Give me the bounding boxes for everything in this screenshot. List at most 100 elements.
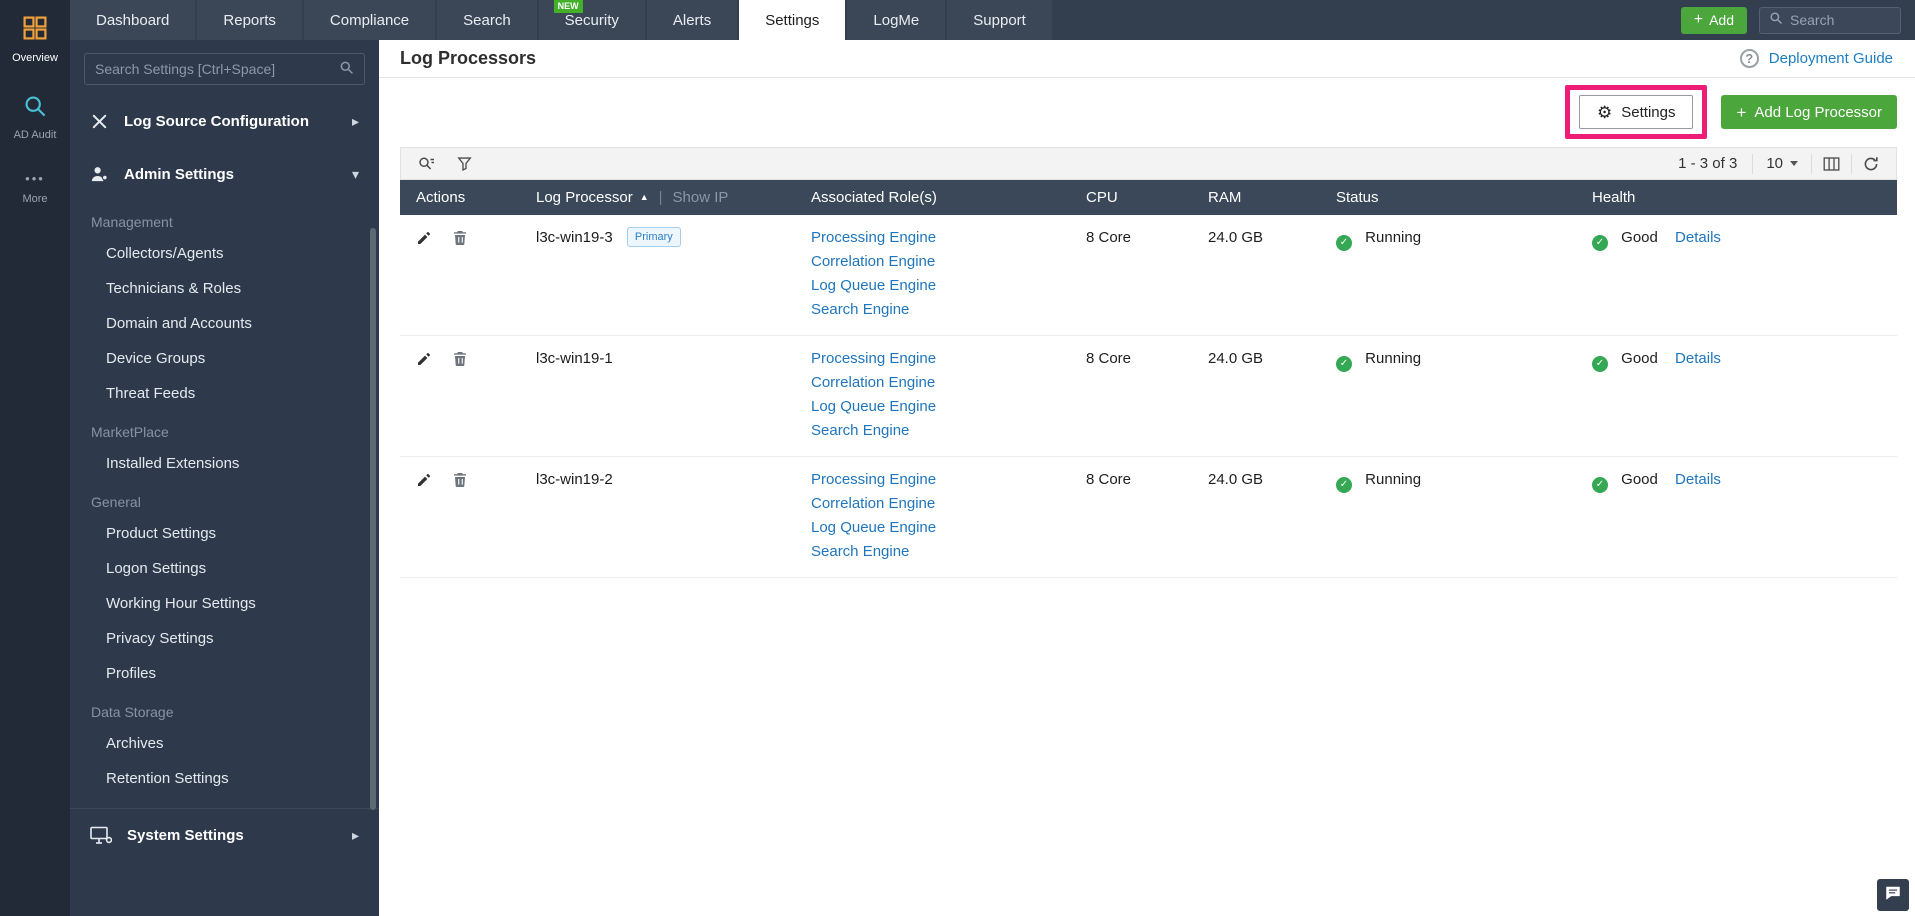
- sidebar-scrollbar[interactable]: [370, 228, 376, 810]
- ellipsis-icon: •••: [25, 171, 45, 186]
- role-link[interactable]: Correlation Engine: [811, 492, 1054, 516]
- status-ok-icon: ✓: [1336, 355, 1352, 372]
- settings-button-highlight: ⚙ Settings: [1565, 85, 1708, 139]
- tab-settings[interactable]: Settings: [739, 0, 846, 40]
- details-link[interactable]: Details: [1675, 350, 1721, 367]
- plus-icon: +: [1693, 11, 1704, 28]
- feedback-chat-button[interactable]: [1877, 879, 1909, 911]
- add-log-processor-button[interactable]: + Add Log Processor: [1721, 95, 1897, 129]
- caret-down-icon: [1790, 161, 1798, 166]
- rail-item-overview[interactable]: Overview: [0, 0, 70, 79]
- help-icon[interactable]: ?: [1739, 49, 1759, 68]
- sidebar-item-installed-extensions[interactable]: Installed Extensions: [70, 446, 379, 481]
- sidebar-item-domain-and-accounts[interactable]: Domain and Accounts: [70, 306, 379, 341]
- tab-logme[interactable]: LogMe: [847, 0, 946, 40]
- add-button[interactable]: + Add: [1680, 6, 1747, 34]
- role-link[interactable]: Correlation Engine: [811, 250, 1054, 274]
- role-link[interactable]: Processing Engine: [811, 226, 1054, 250]
- edit-icon[interactable]: [416, 472, 432, 488]
- edit-icon[interactable]: [416, 351, 432, 367]
- col-header-log-processor[interactable]: Log Processor ▲ | Show IP: [520, 189, 795, 206]
- sidebar-item-technicians-roles[interactable]: Technicians & Roles: [70, 271, 379, 306]
- sidebar-item-working-hour-settings[interactable]: Working Hour Settings: [70, 586, 379, 621]
- table-header-row: Actions Log Processor ▲ | Show IP Associ…: [400, 180, 1897, 215]
- filter-icon[interactable]: [446, 156, 483, 171]
- edit-icon[interactable]: [416, 230, 432, 246]
- delete-icon[interactable]: [453, 351, 467, 367]
- pagination-range: 1 - 3 of 3: [1678, 155, 1738, 172]
- tab-alerts[interactable]: Alerts: [646, 0, 738, 40]
- sidebar-group-system-settings[interactable]: System Settings ▸: [70, 808, 379, 862]
- top-nav: Dashboard Reports Compliance Search NEW …: [70, 0, 1915, 40]
- page-size-select[interactable]: 10: [1752, 153, 1811, 174]
- rail-label: More: [22, 193, 48, 205]
- new-badge: NEW: [553, 0, 583, 13]
- rail-label: AD Audit: [13, 129, 57, 141]
- sidebar-search-input[interactable]: [95, 61, 339, 77]
- health-label: Good: [1621, 471, 1658, 488]
- tab-reports[interactable]: Reports: [197, 0, 302, 40]
- role-link[interactable]: Log Queue Engine: [811, 274, 1054, 298]
- page-header: Log Processors ? Deployment Guide: [379, 40, 1915, 78]
- table-row: l3c-win19-2 Processing Engine Correlatio…: [400, 457, 1897, 578]
- details-link[interactable]: Details: [1675, 229, 1721, 246]
- sidebar-group-admin-settings[interactable]: Admin Settings ▾: [70, 148, 379, 201]
- gear-icon: ⚙: [1597, 102, 1613, 122]
- sidebar-item-device-groups[interactable]: Device Groups: [70, 341, 379, 376]
- primary-badge: Primary: [626, 227, 681, 247]
- col-header-actions: Actions: [416, 189, 466, 206]
- sidebar-item-archives[interactable]: Archives: [70, 726, 379, 761]
- col-header-cpu: CPU: [1086, 189, 1118, 206]
- show-ip-toggle[interactable]: Show IP: [673, 189, 729, 206]
- tab-security[interactable]: NEW Security: [538, 0, 645, 40]
- nav-right: + Add: [1680, 0, 1915, 40]
- refresh-icon[interactable]: [1851, 153, 1890, 174]
- log-processors-table: Actions Log Processor ▲ | Show IP Associ…: [400, 180, 1897, 578]
- role-link[interactable]: Search Engine: [811, 540, 1054, 564]
- rail-item-more[interactable]: ••• More: [0, 156, 70, 220]
- delete-icon[interactable]: [453, 472, 467, 488]
- sidebar-item-privacy-settings[interactable]: Privacy Settings: [70, 621, 379, 656]
- tab-compliance[interactable]: Compliance: [303, 0, 436, 40]
- chevron-right-icon: ▸: [351, 113, 359, 129]
- role-link[interactable]: Processing Engine: [811, 347, 1054, 371]
- status-label: Running: [1365, 471, 1422, 488]
- tab-dashboard[interactable]: Dashboard: [70, 0, 196, 40]
- column-search-icon[interactable]: [407, 156, 446, 172]
- role-link[interactable]: Log Queue Engine: [811, 516, 1054, 540]
- log-processor-name: l3c-win19-3: [536, 229, 613, 246]
- sidebar-search[interactable]: [84, 53, 365, 85]
- rail-item-ad-audit[interactable]: AD Audit: [0, 79, 70, 156]
- global-search-input[interactable]: [1790, 12, 1891, 28]
- role-link[interactable]: Search Engine: [811, 419, 1054, 443]
- sidebar-group-log-source-configuration[interactable]: Log Source Configuration ▸: [70, 95, 379, 148]
- col-header-ram: RAM: [1208, 189, 1242, 206]
- health-ok-icon: ✓: [1592, 355, 1608, 372]
- settings-button[interactable]: ⚙ Settings: [1579, 95, 1694, 129]
- cpu-value: 8 Core: [1086, 350, 1132, 367]
- ram-value: 24.0 GB: [1208, 471, 1264, 488]
- settings-sidebar: Log Source Configuration ▸ Admin Setting…: [70, 40, 379, 916]
- health-ok-icon: ✓: [1592, 234, 1608, 251]
- tab-support[interactable]: Support: [947, 0, 1052, 40]
- delete-icon[interactable]: [453, 230, 467, 246]
- table-toolbar: 1 - 3 of 3 10: [400, 147, 1897, 180]
- role-link[interactable]: Log Queue Engine: [811, 395, 1054, 419]
- role-link[interactable]: Correlation Engine: [811, 371, 1054, 395]
- role-link[interactable]: Processing Engine: [811, 468, 1054, 492]
- chevron-right-icon: ▸: [351, 827, 359, 843]
- sidebar-item-logon-settings[interactable]: Logon Settings: [70, 551, 379, 586]
- sidebar-item-product-settings[interactable]: Product Settings: [70, 516, 379, 551]
- tab-search[interactable]: Search: [437, 0, 537, 40]
- details-link[interactable]: Details: [1675, 471, 1721, 488]
- global-search[interactable]: [1759, 6, 1901, 34]
- role-link[interactable]: Search Engine: [811, 298, 1054, 322]
- sidebar-item-retention-settings[interactable]: Retention Settings: [70, 761, 379, 796]
- cpu-value: 8 Core: [1086, 229, 1132, 246]
- action-buttons-row: ⚙ Settings + Add Log Processor: [379, 78, 1915, 141]
- sidebar-item-collectors-agents[interactable]: Collectors/Agents: [70, 236, 379, 271]
- column-chooser-icon[interactable]: [1811, 153, 1851, 174]
- sidebar-item-threat-feeds[interactable]: Threat Feeds: [70, 376, 379, 411]
- sidebar-item-profiles[interactable]: Profiles: [70, 656, 379, 691]
- deployment-guide-link[interactable]: Deployment Guide: [1769, 50, 1893, 67]
